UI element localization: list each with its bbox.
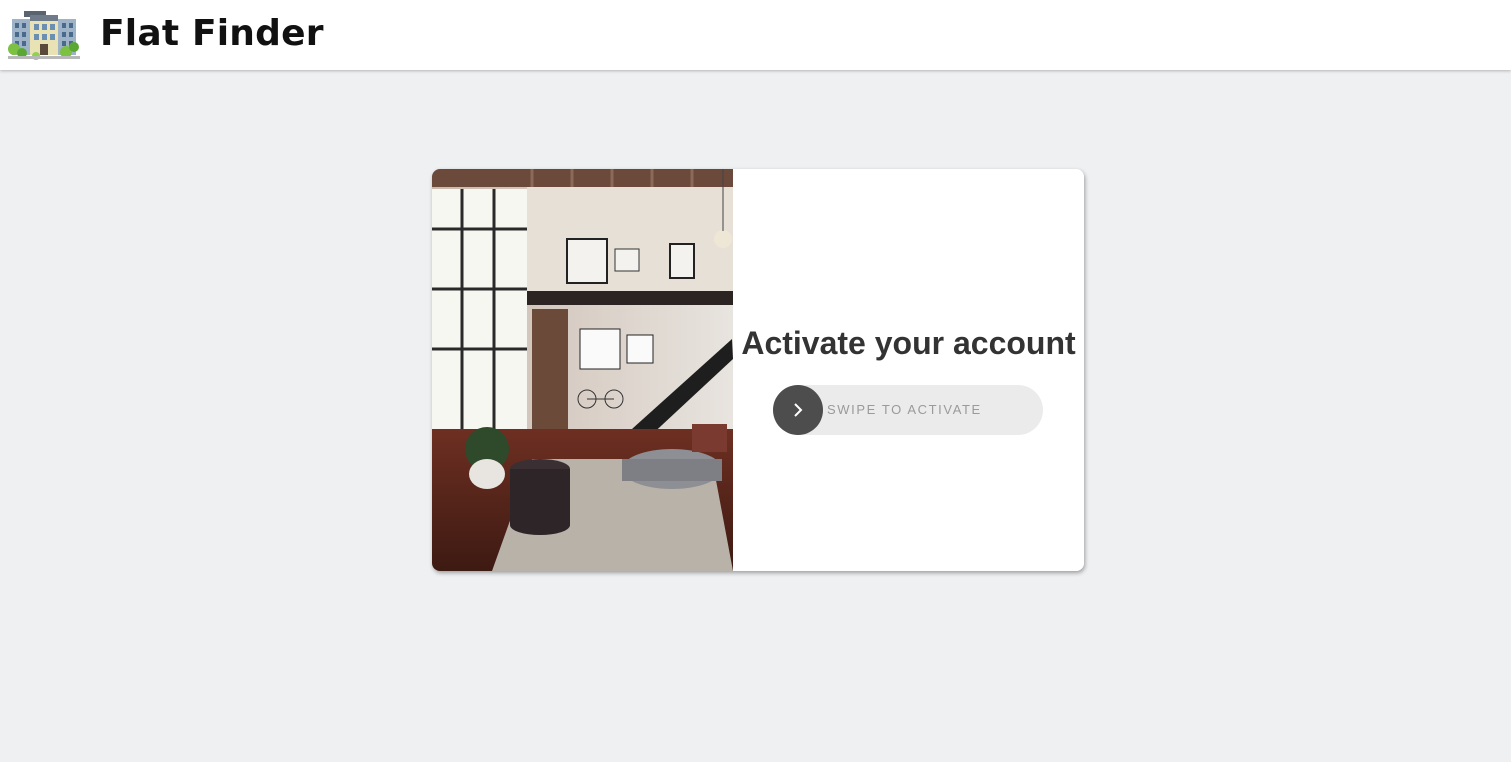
top-bar: Flat Finder — [0, 0, 1511, 70]
loft-interior-photo — [432, 169, 733, 571]
activation-panel: Activate your account SWIPE TO ACTIVATE — [733, 169, 1084, 571]
swipe-handle[interactable] — [773, 385, 823, 435]
swipe-to-activate-slider[interactable]: SWIPE TO ACTIVATE — [773, 385, 1043, 435]
chevron-right-icon — [794, 403, 803, 417]
apartment-building-logo-icon[interactable] — [8, 9, 80, 61]
activation-heading: Activate your account — [741, 325, 1076, 361]
app-title: Flat Finder — [100, 13, 324, 54]
swipe-label: SWIPE TO ACTIVATE — [827, 402, 982, 417]
activation-card: Activate your account SWIPE TO ACTIVATE — [432, 169, 1084, 571]
